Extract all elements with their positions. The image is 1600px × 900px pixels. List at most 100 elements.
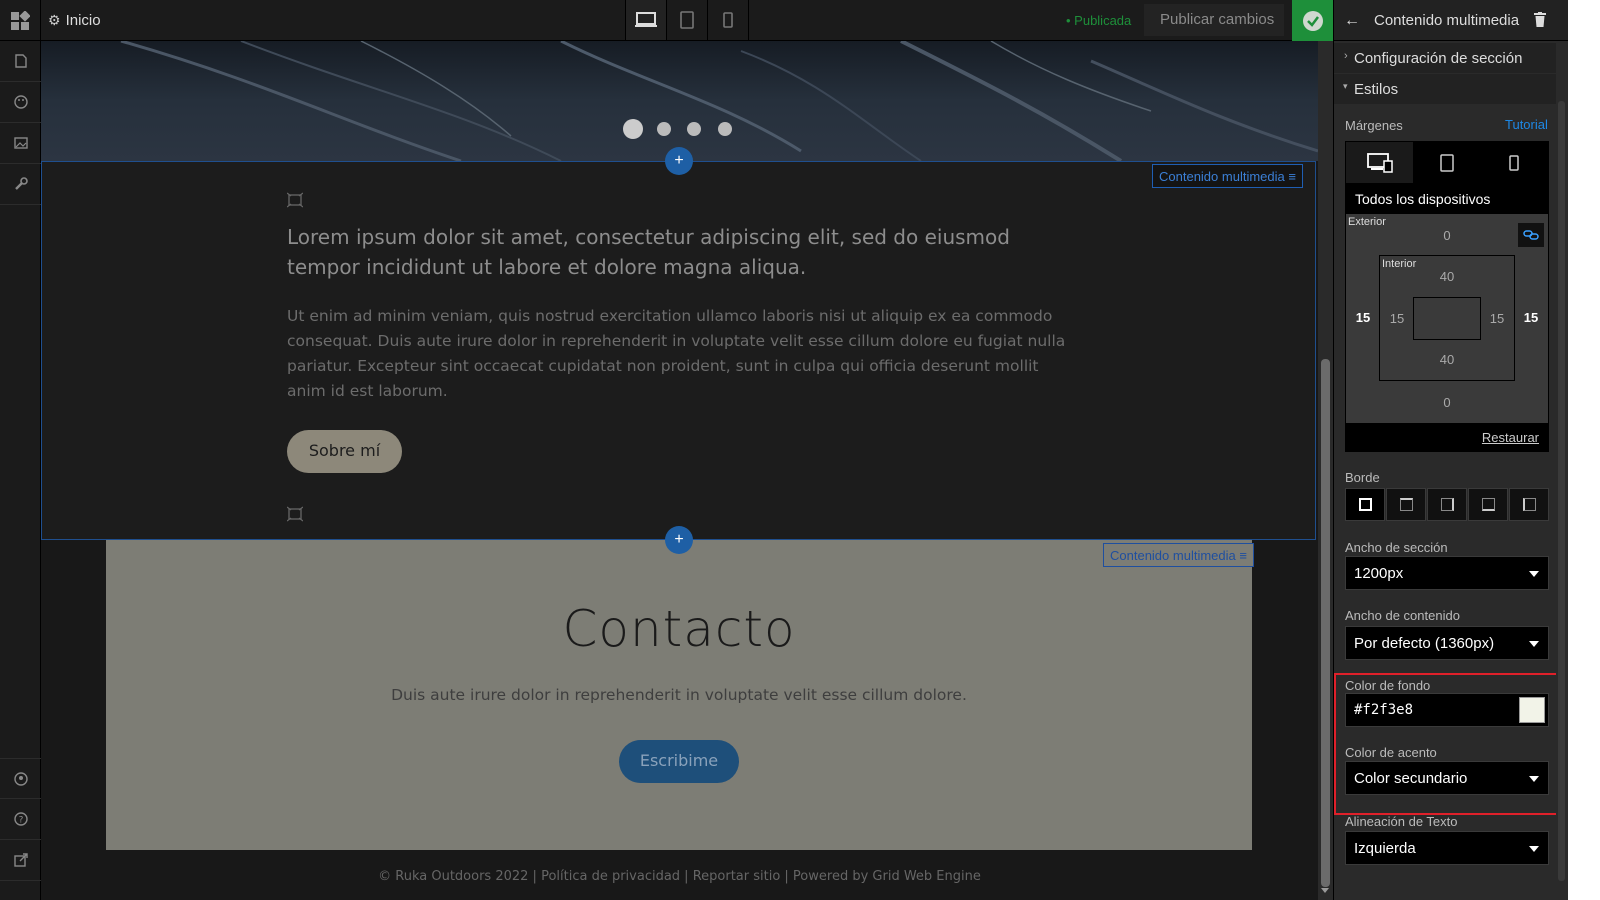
border-bottom-button[interactable] [1468, 488, 1508, 521]
mobile-icon [723, 12, 733, 28]
text-align-label: Alineación de Texto [1345, 814, 1458, 829]
carousel-dot[interactable] [623, 119, 643, 139]
all-devices-label: Todos los dispositivos [1346, 183, 1548, 214]
accent-color-label: Color de acento [1345, 745, 1437, 760]
all-devices-tab[interactable] [1346, 142, 1413, 183]
panel-title: Contenido multimedia [1374, 12, 1520, 29]
publish-confirm-button[interactable] [1292, 0, 1333, 41]
interior-right-value[interactable]: 15 [1482, 311, 1512, 326]
exterior-right-value[interactable]: 15 [1516, 310, 1546, 325]
tablet-tab[interactable] [1413, 142, 1480, 183]
exterior-bottom-value[interactable]: 0 [1432, 395, 1462, 410]
contact-text: Duis aute irure dolor in reprehenderit i… [391, 686, 967, 704]
content-width-value: Por defecto (1360px) [1354, 635, 1495, 652]
chevron-right-icon: › [1344, 50, 1348, 62]
palette-icon[interactable] [0, 82, 41, 123]
contact-section[interactable]: Contenido multimedia ≡ Contacto Duis aut… [106, 540, 1254, 850]
interior-top-value[interactable]: 40 [1432, 269, 1462, 284]
link-icon[interactable] [1518, 223, 1544, 247]
media-placeholder-icon[interactable] [286, 192, 304, 213]
image-icon[interactable] [0, 123, 41, 164]
home-label: Inicio [65, 12, 101, 29]
carousel-dot[interactable] [657, 122, 671, 136]
svg-text:?: ? [18, 816, 23, 826]
device-switcher [625, 0, 749, 40]
back-arrow-icon[interactable]: ← [1344, 12, 1360, 30]
add-section-button[interactable]: + [665, 526, 693, 554]
about-heading: Lorem ipsum dolor sit amet, consectetur … [287, 225, 1010, 279]
contact-button[interactable]: Escribime [619, 740, 739, 783]
media-section-tag[interactable]: Contenido multimedia ≡ [1103, 543, 1254, 567]
dropdown-arrow-icon [1529, 846, 1539, 852]
panel-scrollbar[interactable] [1556, 41, 1568, 900]
trash-icon[interactable] [1534, 12, 1546, 32]
carousel-dot[interactable] [687, 122, 701, 136]
gear-icon: ⚙ [48, 12, 61, 28]
panel-right-gutter [1568, 0, 1600, 900]
content-width-select[interactable]: Por defecto (1360px) [1345, 626, 1549, 660]
border-label: Borde [1345, 470, 1380, 485]
carousel-dot[interactable] [718, 122, 732, 136]
scroll-down-arrow[interactable] [1321, 888, 1329, 893]
section-config-label: Configuración de sección [1354, 50, 1523, 67]
interior-left-value[interactable]: 15 [1382, 311, 1412, 326]
restore-bar: Restaurar [1346, 423, 1548, 451]
dropdown-arrow-icon [1529, 641, 1539, 647]
user-circle-icon[interactable] [0, 758, 41, 799]
margins-editor: Todos los dispositivos Exterior 0 15 15 … [1345, 141, 1549, 452]
about-section[interactable]: Contenido multimedia ≡ Lorem ipsum dolor… [41, 161, 1316, 540]
dropdown-arrow-icon [1529, 571, 1539, 577]
content-width-label: Ancho de contenido [1345, 608, 1460, 623]
styles-toggle[interactable]: ▾ Estilos [1334, 74, 1556, 104]
help-icon[interactable]: ? [0, 799, 41, 840]
desktop-icon [635, 12, 657, 27]
border-top-button[interactable] [1386, 488, 1426, 521]
about-button[interactable]: Sobre mí [287, 430, 402, 473]
tablet-view-button[interactable] [667, 0, 708, 40]
check-icon [1302, 10, 1323, 31]
accent-color-value: Color secundario [1354, 770, 1468, 787]
border-left-button[interactable] [1509, 488, 1549, 521]
add-section-button[interactable]: + [665, 147, 693, 175]
tutorial-link[interactable]: Tutorial [1505, 117, 1548, 132]
home-button[interactable]: ⚙ Inicio [48, 12, 101, 29]
mobile-icon [1509, 154, 1519, 171]
border-all-button[interactable] [1345, 488, 1385, 521]
color-swatch[interactable] [1519, 697, 1545, 723]
media-tag-label: Contenido multimedia [1159, 169, 1285, 184]
scrollbar-thumb[interactable] [1321, 359, 1330, 887]
section-width-select[interactable]: 1200px [1345, 556, 1549, 590]
external-link-icon[interactable] [0, 840, 41, 881]
content-box [1413, 297, 1481, 340]
all-devices-icon [1366, 152, 1393, 173]
left-sidebar: ? [0, 41, 41, 900]
margins-label: Márgenes [1345, 118, 1403, 133]
section-width-value: 1200px [1354, 565, 1404, 582]
section-config-toggle[interactable]: › Configuración de sección [1334, 43, 1556, 73]
border-right-button[interactable] [1427, 488, 1467, 521]
interior-bottom-value[interactable]: 40 [1432, 352, 1462, 367]
wrench-icon[interactable] [0, 164, 41, 205]
desktop-view-button[interactable] [625, 0, 667, 40]
media-section-tag[interactable]: Contenido multimedia ≡ [1152, 164, 1303, 188]
exterior-left-value[interactable]: 15 [1348, 310, 1378, 325]
page-canvas: Contenido multimedia ≡ Lorem ipsum dolor… [41, 41, 1318, 900]
publish-changes-button[interactable]: Publicar cambios [1144, 4, 1284, 36]
mobile-view-button[interactable] [708, 0, 749, 40]
panel-scrollbar-thumb[interactable] [1558, 101, 1565, 881]
grid-logo-icon[interactable] [0, 0, 41, 41]
mobile-tab[interactable] [1480, 142, 1548, 183]
menu-icon: ≡ [1288, 169, 1296, 184]
tablet-icon [1439, 153, 1454, 172]
section-width-label: Ancho de sección [1345, 540, 1448, 555]
text-align-select[interactable]: Izquierda [1345, 831, 1549, 865]
canvas-scrollbar[interactable] [1318, 41, 1333, 900]
exterior-top-value[interactable]: 0 [1432, 228, 1462, 243]
hero-image [41, 41, 1318, 161]
restore-link[interactable]: Restaurar [1482, 430, 1539, 445]
media-placeholder-icon[interactable] [286, 506, 304, 527]
page-icon[interactable] [0, 41, 41, 82]
dropdown-arrow-icon [1529, 776, 1539, 782]
bg-color-input[interactable]: #f2f3e8 [1345, 693, 1549, 727]
accent-color-select[interactable]: Color secundario [1345, 761, 1549, 795]
